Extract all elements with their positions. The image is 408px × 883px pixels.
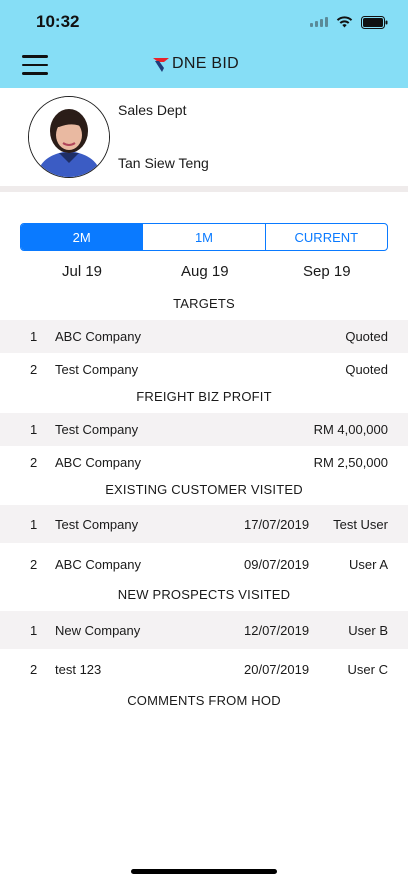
home-indicator[interactable] bbox=[131, 869, 277, 874]
section-title-targets: TARGETS bbox=[173, 296, 235, 311]
row-name: New Company bbox=[55, 623, 141, 638]
divider bbox=[0, 186, 408, 192]
month-label: Aug 19 bbox=[181, 263, 229, 280]
section-title-comments: COMMENTS FROM HOD bbox=[127, 693, 281, 708]
row-name: ABC Company bbox=[55, 329, 141, 344]
row-index: 1 bbox=[30, 329, 38, 344]
row-index: 2 bbox=[30, 662, 38, 677]
app-logo: DNE BID bbox=[152, 55, 239, 73]
month-label: Jul 19 bbox=[62, 263, 103, 280]
table-row[interactable]: 2 ABC Company RM 2,50,000 bbox=[0, 446, 408, 479]
top-bar: 10:32 DNE BID bbox=[0, 0, 408, 88]
table-row[interactable]: 1 New Company 12/07/2019 User B bbox=[0, 611, 408, 649]
menu-icon[interactable] bbox=[22, 55, 48, 75]
section-title-existing: EXISTING CUSTOMER VISITED bbox=[105, 482, 303, 497]
row-index: 1 bbox=[30, 517, 38, 532]
row-name: ABC Company bbox=[55, 455, 141, 470]
section-title-freight: FREIGHT BIZ PROFIT bbox=[136, 389, 272, 404]
tab-2m[interactable]: 2M bbox=[21, 224, 143, 250]
status-icons bbox=[310, 14, 388, 30]
row-index: 1 bbox=[30, 623, 38, 638]
profile-department: Sales Dept bbox=[118, 102, 187, 118]
table-row[interactable]: 2 Test Company Quoted bbox=[0, 353, 408, 386]
row-index: 2 bbox=[30, 557, 38, 572]
row-value: Quoted bbox=[345, 329, 388, 344]
period-segmented-control: 2M 1M CURRENT bbox=[20, 223, 388, 251]
row-user: User B bbox=[348, 623, 388, 638]
profile-name: Tan Siew Teng bbox=[118, 155, 209, 171]
row-date: 09/07/2019 bbox=[244, 557, 310, 572]
signal-icon bbox=[310, 17, 328, 27]
row-date: 20/07/2019 bbox=[244, 662, 310, 677]
avatar bbox=[28, 96, 110, 178]
row-name: ABC Company bbox=[55, 557, 141, 572]
section-title-prospects: NEW PROSPECTS VISITED bbox=[117, 587, 291, 602]
row-index: 2 bbox=[30, 455, 38, 470]
status-time: 10:32 bbox=[36, 12, 80, 31]
table-row[interactable]: 1 Test Company RM 4,00,000 bbox=[0, 413, 408, 446]
row-date: 17/07/2019 bbox=[244, 517, 310, 532]
table-row[interactable]: 2 ABC Company 09/07/2019 User A bbox=[0, 545, 408, 583]
row-name: test 123 bbox=[55, 662, 102, 677]
tab-1m[interactable]: 1M bbox=[142, 224, 264, 250]
table-row[interactable]: 1 ABC Company Quoted bbox=[0, 320, 408, 353]
row-value: RM 4,00,000 bbox=[313, 422, 388, 437]
month-label: Sep 19 bbox=[303, 263, 351, 280]
tab-current[interactable]: CURRENT bbox=[264, 224, 387, 250]
row-index: 1 bbox=[30, 422, 38, 437]
row-value: Quoted bbox=[345, 362, 388, 377]
table-row[interactable]: 1 Test Company 17/07/2019 Test User bbox=[0, 505, 408, 543]
row-name: Test Company bbox=[55, 362, 139, 377]
logo-text: DNE BID bbox=[172, 55, 239, 72]
row-name: Test Company bbox=[55, 422, 139, 437]
avatar-image bbox=[29, 97, 109, 177]
row-user: Test User bbox=[333, 517, 388, 532]
row-user: User A bbox=[348, 557, 388, 572]
row-value: RM 2,50,000 bbox=[313, 455, 388, 470]
battery-icon bbox=[361, 15, 388, 29]
row-date: 12/07/2019 bbox=[244, 623, 310, 638]
row-user: User C bbox=[347, 662, 388, 677]
wifi-icon bbox=[336, 16, 353, 28]
row-index: 2 bbox=[30, 362, 38, 377]
logo-icon bbox=[153, 58, 169, 72]
table-row[interactable]: 2 test 123 20/07/2019 User C bbox=[0, 650, 408, 688]
profile-card: Sales Dept Tan Siew Teng bbox=[0, 88, 408, 186]
row-name: Test Company bbox=[55, 517, 139, 532]
